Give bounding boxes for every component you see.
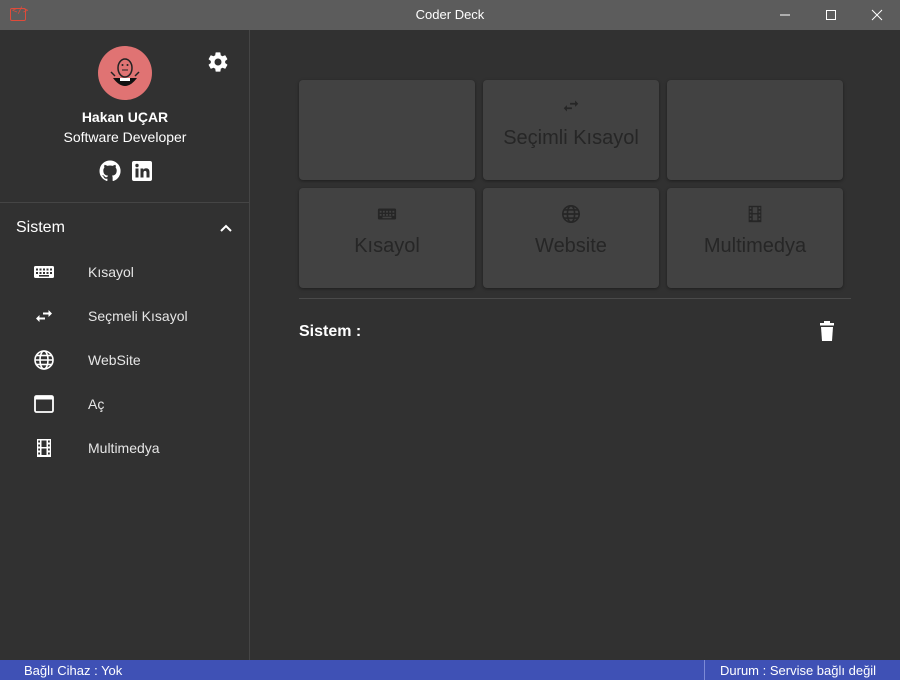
profile-role: Software Developer	[63, 129, 187, 145]
sidebar-item-label: Aç	[88, 396, 105, 412]
main-divider	[299, 298, 851, 299]
globe-icon	[483, 204, 659, 224]
sidebar-section-header[interactable]: Sistem	[16, 216, 234, 240]
sidebar-item-label: Kısayol	[88, 264, 134, 280]
status-bar: Bağlı Cihaz : Yok Durum : Servise bağlı …	[0, 660, 900, 680]
sidebar-item-ac[interactable]: Aç	[0, 384, 249, 424]
minimize-icon	[780, 14, 790, 16]
sidebar-section-title: Sistem	[16, 219, 65, 236]
tile-website[interactable]: Website	[483, 188, 659, 288]
sidebar-item-website[interactable]: WebSite	[0, 340, 249, 380]
tile-label: Website	[535, 235, 607, 257]
linkedin-icon[interactable]	[130, 159, 154, 183]
social-links	[98, 159, 154, 183]
tile-label: Kısayol	[354, 235, 420, 257]
sidebar: Hakan UÇAR Software Developer Sistem Kıs…	[0, 30, 250, 660]
window-icon	[33, 393, 55, 415]
minimize-button[interactable]	[762, 0, 808, 30]
main-panel: Seçimli Kısayol Kısayol Website Multimed…	[250, 30, 900, 660]
swap-icon	[33, 305, 55, 327]
title-bar: </> Coder Deck	[0, 0, 900, 30]
swap-icon	[483, 96, 659, 116]
keyboard-icon	[299, 204, 475, 224]
section-label: Sistem :	[299, 323, 362, 340]
service-status: Durum : Servise bağlı değil	[720, 663, 877, 678]
close-button[interactable]	[854, 0, 900, 30]
sidebar-item-multimedya[interactable]: Multimedya	[0, 428, 249, 468]
film-icon	[33, 437, 55, 459]
close-icon	[871, 9, 883, 21]
tile-label: Multimedya	[703, 235, 807, 257]
sidebar-item-secmeli-kisayol[interactable]: Seçmeli Kısayol	[0, 296, 249, 336]
tile-empty[interactable]	[299, 80, 475, 180]
avatar-face-icon	[110, 58, 140, 86]
settings-gear-icon[interactable]	[206, 50, 230, 74]
device-status: Bağlı Cihaz : Yok	[24, 663, 123, 678]
sidebar-item-label: Seçmeli Kısayol	[88, 308, 188, 324]
sidebar-item-label: Multimedya	[88, 440, 160, 456]
tile-multimedya[interactable]: Multimedya	[667, 188, 843, 288]
keyboard-icon	[33, 261, 55, 283]
trash-icon[interactable]	[817, 320, 837, 342]
tile-label: Seçimli Kısayol	[503, 127, 639, 149]
globe-icon	[33, 349, 55, 371]
tile-kisayol[interactable]: Kısayol	[299, 188, 475, 288]
profile-name: Hakan UÇAR	[81, 109, 169, 125]
sidebar-item-label: WebSite	[88, 352, 141, 368]
sidebar-item-kisayol[interactable]: Kısayol	[0, 252, 249, 292]
maximize-button[interactable]	[808, 0, 854, 30]
maximize-icon	[826, 10, 836, 20]
sidebar-divider	[0, 202, 249, 203]
tile-secimli-kisayol[interactable]: Seçimli Kısayol	[483, 80, 659, 180]
film-icon	[667, 204, 843, 224]
github-icon[interactable]	[98, 159, 122, 183]
status-separator	[704, 660, 705, 680]
chevron-up-icon	[220, 224, 232, 232]
tile-empty[interactable]	[667, 80, 843, 180]
avatar[interactable]	[98, 46, 152, 100]
